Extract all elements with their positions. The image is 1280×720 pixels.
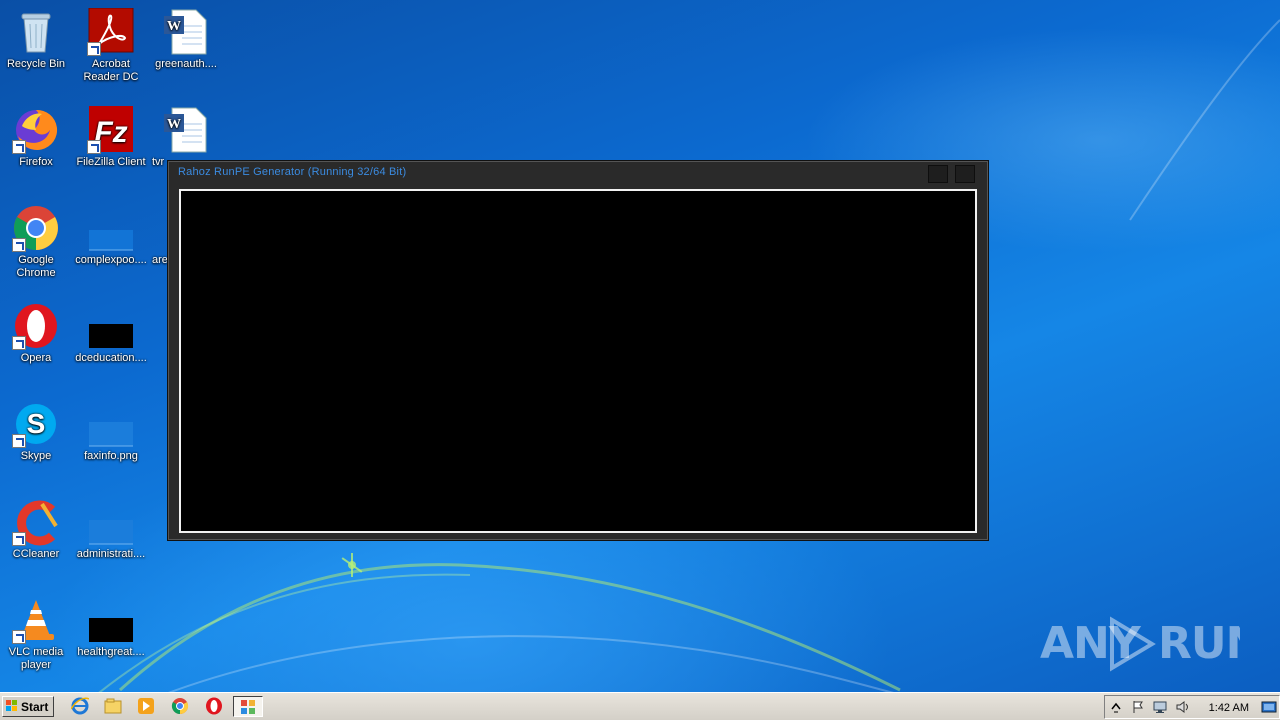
opera-taskbar-icon[interactable] [205, 697, 223, 715]
explorer-icon[interactable] [104, 697, 122, 715]
desktop-icon-complexpoo[interactable]: complexpoo.... [73, 204, 149, 267]
desktop-icon-recycle-bin[interactable]: Recycle Bin [0, 8, 74, 71]
shortcut-arrow-icon [12, 434, 26, 448]
desktop-icon-label: Google Chrome [16, 254, 56, 279]
shortcut-arrow-icon [12, 238, 26, 252]
desktop-icon-label: VLC media player [8, 646, 64, 671]
desktop-icon-vlc[interactable]: VLC media player [0, 596, 74, 672]
svg-text:RUN: RUN [1158, 618, 1240, 669]
start-label: Start [21, 700, 49, 714]
word-doc-icon: W [164, 107, 207, 153]
anyrun-watermark: ANY RUN [1040, 614, 1262, 685]
media-player-icon[interactable] [137, 697, 155, 715]
desktop-icon-label: healthgreat.... [77, 646, 145, 658]
desktop-icon-label: administrati.... [76, 548, 146, 560]
desktop-icon-dceducation[interactable]: dceducation.... [73, 302, 149, 365]
desktop-icon-label: Acrobat Reader DC [83, 58, 139, 83]
blank-file-icon [89, 230, 133, 251]
desktop-icon-label: faxinfo.png [84, 450, 138, 462]
desktop-icon-skype[interactable]: S Skype [0, 400, 74, 463]
shortcut-arrow-icon [12, 140, 26, 154]
show-desktop-icon[interactable] [1261, 699, 1277, 715]
desktop-icon-faxinfo[interactable]: faxinfo.png [73, 400, 149, 463]
desktop-icon-label: Skype [20, 450, 52, 462]
desktop-icon-label: complexpoo.... [75, 254, 147, 266]
desktop-icon-chrome[interactable]: Google Chrome [0, 204, 74, 280]
desktop-icon-greenauth[interactable]: W greenauth.... [148, 8, 224, 71]
start-button[interactable]: Start [2, 696, 54, 717]
minimize-button[interactable] [928, 165, 948, 183]
chrome-taskbar-icon[interactable] [171, 697, 189, 715]
show-hidden-icon[interactable] [1109, 700, 1123, 714]
action-center-flag-icon[interactable] [1131, 700, 1145, 714]
desktop-icon-ccleaner[interactable]: CCleaner [0, 498, 74, 561]
desktop-icon-firefox[interactable]: Firefox [0, 106, 74, 169]
desktop-icon-healthgreat[interactable]: healthgreat.... [73, 596, 149, 659]
shortcut-arrow-icon [87, 42, 101, 56]
desktop-icon-label: greenauth.... [155, 58, 217, 70]
runpe-generator-window[interactable]: Rahoz RunPE Generator (Running 32/64 Bit… [167, 160, 989, 541]
windows-flag-icon [6, 700, 17, 711]
runpe-app-icon [241, 700, 255, 714]
blank-image-icon [89, 422, 133, 447]
taskbar: Start 1:42 AM [0, 692, 1280, 720]
window-title: Rahoz RunPE Generator (Running 32/64 Bit… [178, 166, 407, 178]
blank-file-icon [89, 520, 133, 545]
window-content-area[interactable] [179, 189, 977, 533]
black-image-icon [89, 324, 133, 348]
shortcut-arrow-icon [12, 630, 26, 644]
svg-text:W: W [167, 117, 181, 132]
close-button[interactable] [955, 165, 975, 183]
shortcut-arrow-icon [12, 336, 26, 350]
system-tray: 1:42 AM [1104, 695, 1280, 719]
desktop-icon-filezilla[interactable]: Fz FileZilla Client [73, 106, 149, 169]
black-image-icon [89, 618, 133, 642]
word-doc-icon: W [164, 9, 207, 55]
shortcut-arrow-icon [12, 532, 26, 546]
ie-icon[interactable] [71, 697, 89, 715]
svg-text:S: S [27, 408, 46, 439]
clock[interactable]: 1:42 AM [1209, 702, 1249, 714]
svg-text:W: W [167, 19, 181, 34]
recycle-bin-icon [21, 13, 51, 53]
desktop-icon-label: Firefox [19, 156, 53, 168]
volume-icon[interactable] [1175, 700, 1189, 714]
desktop-icon-label: Opera [20, 352, 52, 364]
network-icon[interactable] [1153, 700, 1167, 714]
desktop-icon-opera[interactable]: Opera [0, 302, 74, 365]
desktop-icon-acrobat[interactable]: Acrobat Reader DC [73, 7, 149, 84]
desktop-icon-label: dceducation.... [75, 352, 147, 364]
desktop-icon-label: Recycle Bin [6, 58, 66, 70]
shortcut-arrow-icon [87, 140, 101, 154]
taskbar-active-app[interactable] [233, 696, 263, 717]
desktop-icon-label: CCleaner [12, 548, 60, 560]
desktop-icon-administrati[interactable]: administrati.... [73, 498, 149, 561]
anyrun-logo-icon: ANY RUN [1040, 616, 1262, 672]
desktop-icon-label: FileZilla Client [76, 156, 146, 168]
